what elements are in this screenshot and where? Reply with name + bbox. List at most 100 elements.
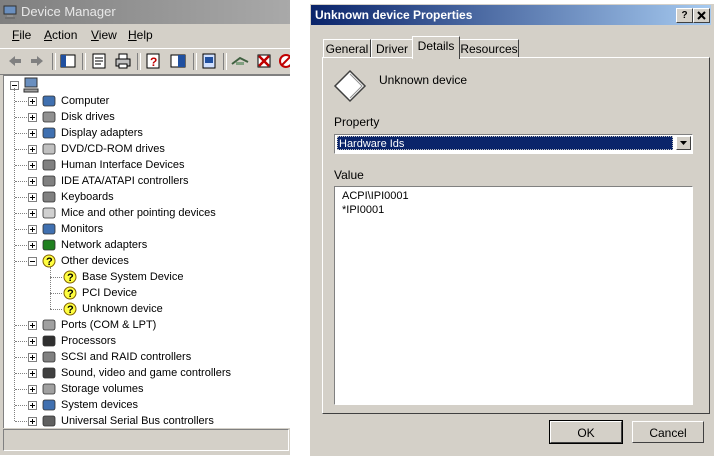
expand-toggle[interactable]	[28, 113, 37, 122]
tree-line	[15, 149, 29, 151]
dialog-title-bar[interactable]: Unknown device Properties ?	[311, 5, 711, 25]
uninstall-icon[interactable]	[254, 52, 274, 70]
ok-button[interactable]: OK	[549, 420, 623, 444]
tree-item-hid[interactable]: Human Interface Devices	[28, 157, 288, 173]
tree-item-usb-controllers[interactable]: Universal Serial Bus controllers	[28, 413, 288, 428]
expand-toggle[interactable]	[28, 97, 37, 106]
tree-item-storage-volumes[interactable]: Storage volumes	[28, 381, 288, 397]
tree-item-label: System devices	[61, 399, 139, 411]
update-driver-icon[interactable]	[199, 52, 219, 70]
tree-item-disk-drives[interactable]: Disk drives	[28, 109, 288, 125]
print-icon[interactable]	[113, 52, 133, 70]
tree-item-sound-video-game[interactable]: Sound, video and game controllers	[28, 365, 288, 381]
device-tree[interactable]: Computer Disk drives Display adapters DVD/C…	[3, 75, 290, 428]
tree-line	[15, 197, 29, 199]
monitor-icon	[42, 223, 56, 235]
expand-toggle[interactable]	[28, 321, 37, 330]
value-list[interactable]: ACPI\IPI0001 *IPI0001	[334, 186, 693, 405]
expand-toggle[interactable]	[28, 417, 37, 426]
svg-text:?: ?	[67, 304, 74, 316]
dropdown-button[interactable]	[676, 136, 691, 150]
show-hide-icon[interactable]	[168, 52, 188, 70]
svg-text:?: ?	[67, 272, 74, 284]
expand-toggle[interactable]	[28, 241, 37, 250]
tree-item-base-system-device[interactable]: ? Base System Device	[46, 269, 290, 285]
display-adapter-icon	[42, 127, 56, 139]
toolbar-separator	[52, 53, 56, 70]
expand-toggle[interactable]	[28, 193, 37, 202]
expand-toggle[interactable]	[28, 161, 37, 170]
menu-view[interactable]: View	[91, 28, 117, 42]
expand-toggle[interactable]	[28, 353, 37, 362]
tab-details[interactable]: Details	[412, 36, 460, 59]
tree-item-computer[interactable]: Computer	[28, 93, 288, 109]
tree-item-monitors[interactable]: Monitors	[28, 221, 288, 237]
status-bar	[3, 429, 289, 451]
tree-item-scsi-raid[interactable]: SCSI and RAID controllers	[28, 349, 288, 365]
tab-driver[interactable]: Driver	[371, 39, 413, 58]
tree-item-ports[interactable]: Ports (COM & LPT)	[28, 317, 288, 333]
disable-icon[interactable]	[276, 52, 290, 70]
close-button[interactable]	[693, 8, 710, 23]
tab-resources[interactable]: Resources	[459, 39, 519, 58]
tree-item-keyboards[interactable]: Keyboards	[28, 189, 288, 205]
expand-toggle[interactable]	[28, 385, 37, 394]
tab-general[interactable]: General	[323, 39, 371, 58]
tree-item-dvd-drives[interactable]: DVD/CD-ROM drives	[28, 141, 288, 157]
usb-controller-icon	[42, 415, 56, 427]
expand-toggle[interactable]	[28, 225, 37, 234]
unknown-device-warning-icon: ?	[63, 302, 77, 316]
menu-file[interactable]: File	[12, 28, 31, 42]
toolbar: ?	[0, 48, 290, 75]
tree-line	[15, 117, 29, 119]
property-dropdown[interactable]: Hardware Ids	[334, 134, 693, 154]
chevron-down-icon	[680, 141, 687, 145]
property-selected-value: Hardware Ids	[337, 136, 673, 150]
expand-toggle[interactable]	[28, 177, 37, 186]
value-item[interactable]: *IPI0001	[342, 204, 384, 216]
menu-action[interactable]: Action	[44, 28, 77, 42]
tree-item-ide-controllers[interactable]: IDE ATA/ATAPI controllers	[28, 173, 288, 189]
expand-toggle[interactable]	[28, 401, 37, 410]
device-manager-title-bar[interactable]: Device Manager	[0, 0, 290, 24]
cancel-button[interactable]: Cancel	[632, 421, 704, 443]
tree-item-network-adapters[interactable]: Network adapters	[28, 237, 288, 253]
other-devices-icon: ?	[42, 254, 56, 268]
tree-item-system-devices[interactable]: System devices	[28, 397, 288, 413]
collapse-toggle[interactable]	[28, 257, 37, 266]
scsi-controller-icon	[42, 351, 56, 363]
help-icon[interactable]: ?	[144, 52, 164, 70]
expand-toggle[interactable]	[28, 337, 37, 346]
toolbar-separator	[223, 53, 227, 70]
menu-help[interactable]: Help	[128, 28, 153, 42]
tree-item-label: Disk drives	[61, 111, 115, 123]
tree-item-label: PCI Device	[82, 287, 138, 299]
expand-toggle[interactable]	[28, 369, 37, 378]
tree-line	[15, 213, 29, 215]
disk-drive-icon	[42, 111, 56, 123]
svg-text:?: ?	[67, 288, 74, 300]
scan-hardware-icon[interactable]	[230, 52, 250, 70]
tree-item-label: DVD/CD-ROM drives	[61, 143, 165, 155]
tree-item-processors[interactable]: Processors	[28, 333, 288, 349]
expand-toggle[interactable]	[28, 145, 37, 154]
svg-text:?: ?	[46, 256, 53, 268]
value-item[interactable]: ACPI\IPI0001	[342, 190, 409, 202]
expand-toggle[interactable]	[28, 129, 37, 138]
tree-item-label: Display adapters	[61, 127, 143, 139]
back-icon[interactable]	[5, 52, 25, 70]
expand-toggle[interactable]	[28, 209, 37, 218]
properties-icon[interactable]	[89, 52, 109, 70]
tree-root[interactable]	[10, 77, 50, 93]
tree-item-other-devices[interactable]: ? Other devices	[28, 253, 288, 269]
tree-item-display-adapters[interactable]: Display adapters	[28, 125, 288, 141]
unknown-device-warning-icon: ?	[63, 286, 77, 300]
tree-item-mice[interactable]: Mice and other pointing devices	[28, 205, 288, 221]
console-tree-icon[interactable]	[58, 52, 78, 70]
help-button[interactable]: ?	[676, 8, 693, 23]
forward-icon[interactable]	[27, 52, 47, 70]
tree-line	[14, 88, 16, 421]
tree-item-unknown-device[interactable]: ? Unknown device	[46, 301, 290, 317]
tree-item-label: Other devices	[61, 255, 129, 267]
tree-item-pci-device[interactable]: ? PCI Device	[46, 285, 290, 301]
